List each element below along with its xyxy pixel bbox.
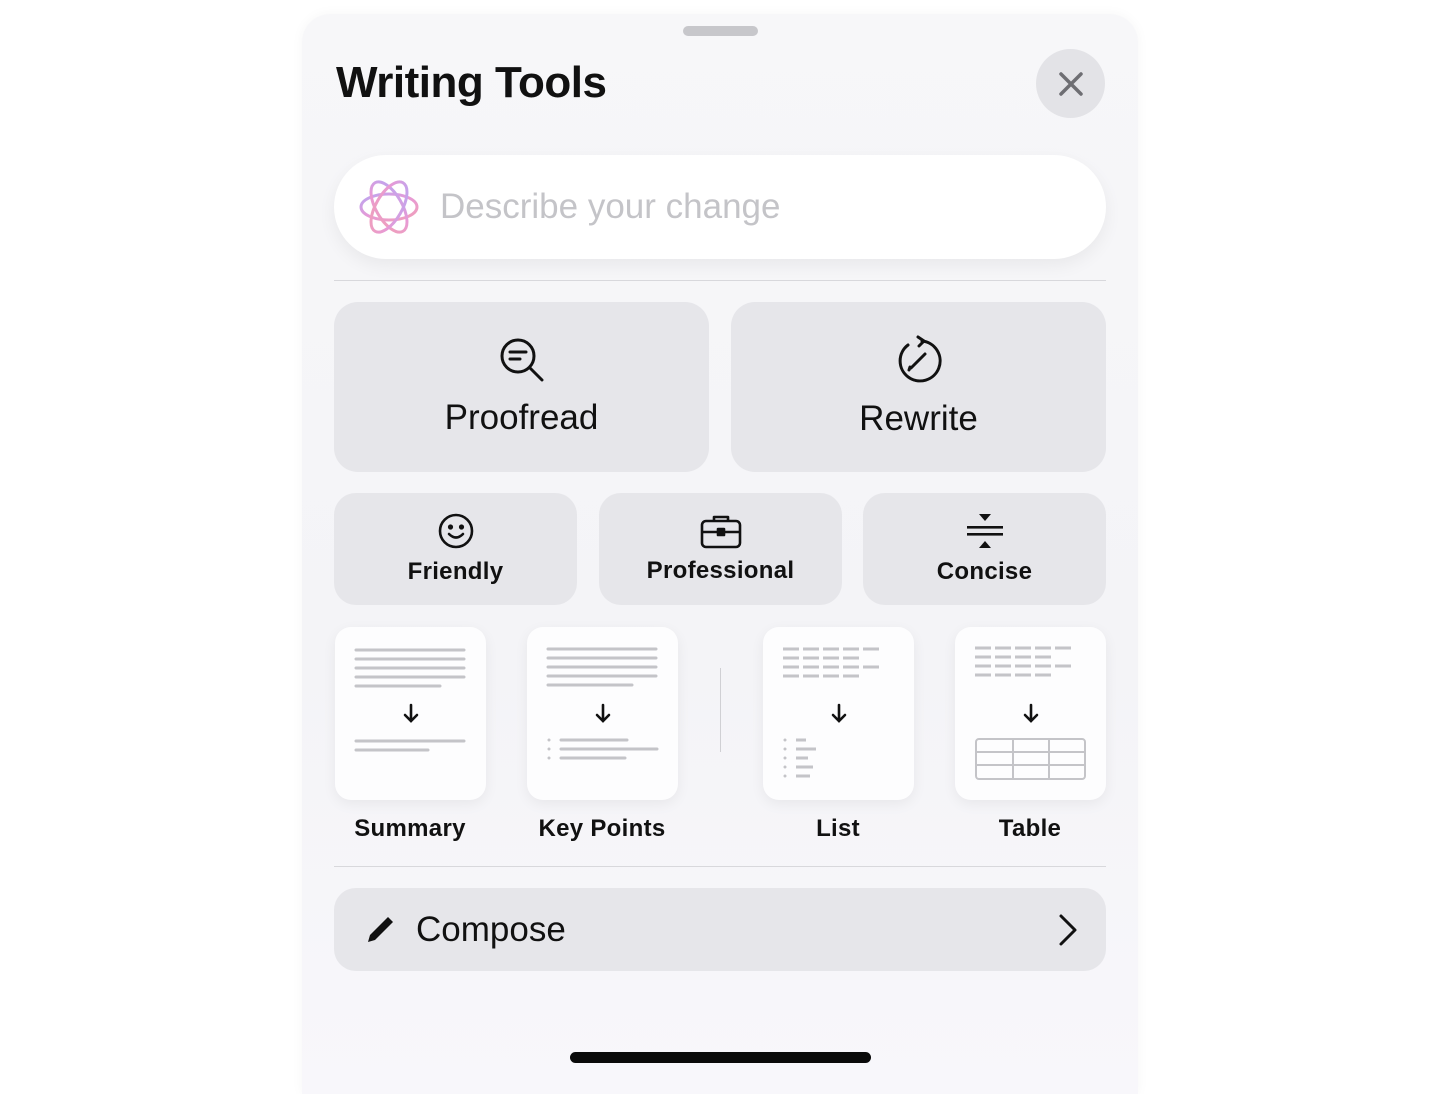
friendly-button[interactable]: Friendly	[334, 493, 577, 605]
compose-button[interactable]: Compose	[334, 888, 1106, 971]
key-points-thumbnail-icon	[546, 647, 659, 760]
key-points-button[interactable]	[527, 627, 678, 800]
concise-button[interactable]: Concise	[863, 493, 1106, 605]
summary-label: Summary	[354, 815, 466, 842]
proofread-button[interactable]: Proofread	[334, 302, 709, 472]
compress-icon	[966, 514, 1003, 548]
apple-intelligence-icon	[359, 180, 419, 234]
proofread-label: Proofread	[444, 398, 599, 437]
page-title: Writing Tools	[336, 58, 607, 107]
table-button[interactable]	[955, 627, 1106, 800]
divider	[334, 866, 1106, 867]
xmark-icon	[1058, 71, 1083, 96]
compose-label: Compose	[416, 909, 566, 949]
close-button[interactable]	[1036, 49, 1105, 118]
professional-button[interactable]: Professional	[599, 493, 842, 605]
key-points-label: Key Points	[538, 815, 666, 842]
friendly-label: Friendly	[407, 558, 504, 585]
summary-button[interactable]	[335, 627, 486, 800]
table-label: Table	[998, 815, 1062, 842]
briefcase-icon	[700, 515, 741, 549]
summary-thumbnail-icon	[354, 648, 466, 752]
rewrite-label: Rewrite	[859, 399, 978, 438]
chevron-right-icon	[1059, 914, 1077, 945]
describe-change-field[interactable]	[334, 155, 1106, 259]
pencil-icon	[368, 916, 393, 942]
divider	[720, 668, 721, 752]
magnifier-text-icon	[500, 338, 543, 382]
list-button[interactable]	[763, 627, 914, 800]
divider	[334, 280, 1106, 281]
rewrite-circle-icon	[898, 335, 942, 383]
concise-label: Concise	[936, 558, 1033, 585]
list-label: List	[816, 815, 860, 842]
professional-label: Professional	[646, 557, 795, 584]
rewrite-button[interactable]: Rewrite	[731, 302, 1106, 472]
sheet-grabber[interactable]	[683, 26, 758, 36]
smiley-icon	[438, 513, 473, 549]
home-indicator[interactable]	[570, 1052, 871, 1063]
describe-change-input[interactable]	[440, 187, 1040, 227]
list-thumbnail-icon	[783, 647, 883, 778]
table-thumbnail-icon	[975, 646, 1086, 780]
